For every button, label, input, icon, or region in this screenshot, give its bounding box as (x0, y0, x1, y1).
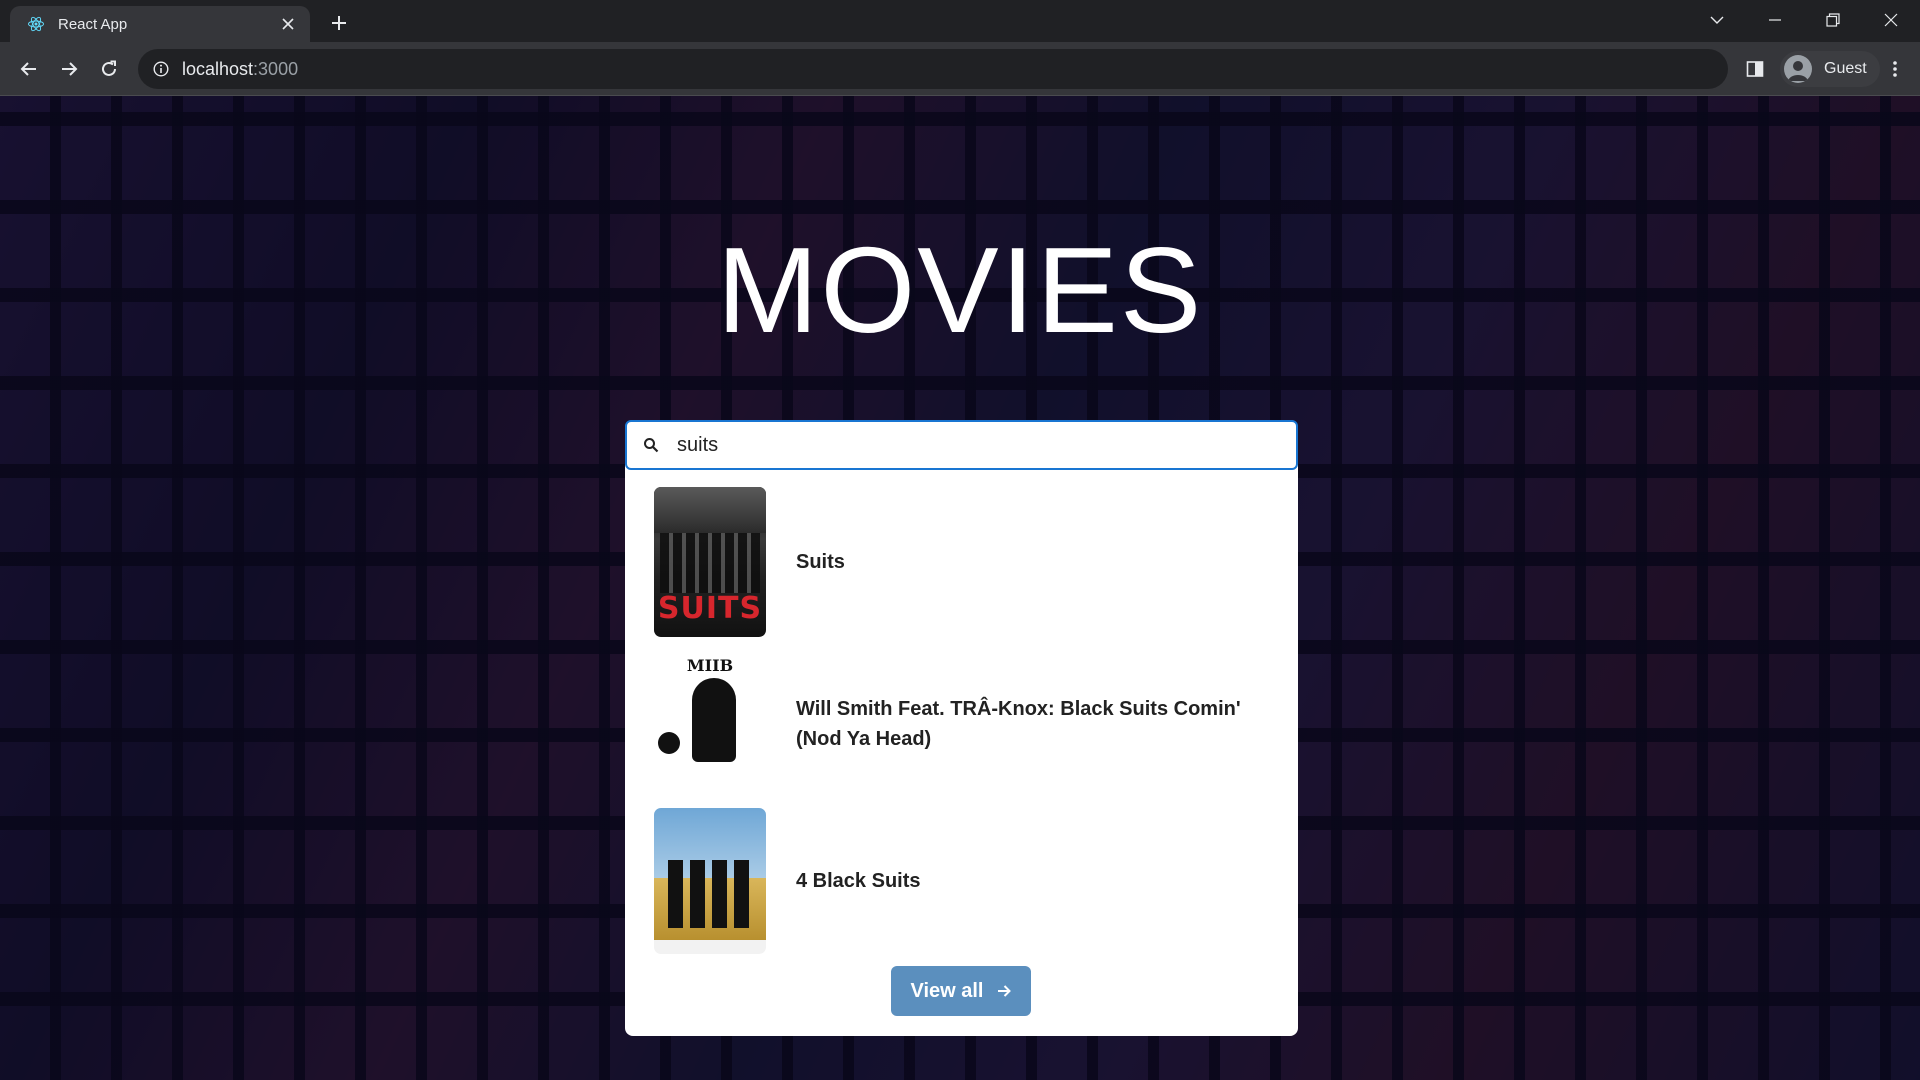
url-text: localhost:3000 (182, 59, 298, 80)
search-card: SUITS Suits MIIB Will Smith Feat. TRÂ-Kn… (625, 420, 1298, 1036)
url-port: :3000 (253, 58, 299, 79)
browser-menu-button[interactable] (1880, 54, 1910, 84)
browser-tab-strip: React App (0, 0, 1920, 42)
poster-badge (658, 732, 680, 754)
reload-icon (102, 60, 116, 76)
result-item-black-suits-comin[interactable]: MIIB Will Smith Feat. TRÂ-Knox: Black Su… (654, 654, 1274, 794)
info-icon[interactable] (152, 60, 170, 78)
url-host: localhost (182, 58, 254, 79)
react-icon (26, 14, 46, 34)
poster-cast (668, 860, 752, 928)
browser-tab[interactable]: React App (10, 6, 310, 42)
result-title: Will Smith Feat. TRÂ-Knox: Black Suits C… (796, 698, 1241, 750)
search-box[interactable] (625, 420, 1298, 470)
tab-title: React App (58, 15, 128, 33)
poster-image: MIIB (654, 654, 766, 794)
close-window-button[interactable] (1862, 0, 1920, 40)
result-item-suits[interactable]: SUITS Suits (654, 487, 1274, 637)
poster-footer (654, 940, 766, 954)
forward-button[interactable] (54, 54, 84, 84)
profile-label: Guest (1824, 60, 1867, 77)
arrow-right-icon (996, 983, 1012, 999)
poster-image (654, 808, 766, 954)
plus-icon (332, 16, 346, 30)
window-controls (1688, 0, 1920, 40)
avatar-icon (1784, 55, 1812, 83)
poster-wordmark: SUITS (657, 591, 763, 626)
poster-figure (692, 678, 736, 762)
chevron-down-icon (1710, 16, 1724, 24)
minimize-button[interactable] (1746, 0, 1804, 40)
page-content: MOVIES SUITS Suits MIIB Will Smith Fe (0, 96, 1920, 1080)
page-title: MOVIES (716, 222, 1204, 358)
tab-search-button[interactable] (1688, 0, 1746, 40)
poster-cast (660, 533, 760, 593)
side-panel-button[interactable] (1742, 56, 1768, 82)
close-icon (1884, 13, 1898, 27)
browser-toolbar: localhost:3000 Guest (0, 42, 1920, 96)
view-all-label: View all (910, 979, 984, 1002)
new-tab-button[interactable] (324, 8, 354, 38)
result-title: Suits (796, 551, 845, 573)
view-all-button[interactable]: View all (891, 966, 1031, 1016)
poster-wordmark: MIIB (686, 656, 734, 675)
minimize-icon (1769, 19, 1781, 21)
profile-button[interactable]: Guest (1780, 51, 1880, 87)
close-tab-icon[interactable] (278, 14, 298, 34)
arrow-right-icon (62, 62, 78, 76)
arrow-left-icon (20, 62, 36, 76)
side-panel-icon (1746, 61, 1764, 77)
result-item-4-black-suits[interactable]: 4 Black Suits (654, 808, 1274, 954)
restore-icon (1826, 13, 1840, 27)
address-bar[interactable]: localhost:3000 (138, 49, 1728, 89)
search-icon (641, 435, 661, 455)
poster-sky (654, 487, 766, 533)
reload-button[interactable] (94, 54, 124, 84)
more-vert-icon (1893, 61, 1897, 77)
poster-image: SUITS (654, 487, 766, 637)
back-button[interactable] (14, 54, 44, 84)
result-title: 4 Black Suits (796, 870, 921, 892)
restore-button[interactable] (1804, 0, 1862, 40)
search-input[interactable] (675, 432, 1239, 458)
